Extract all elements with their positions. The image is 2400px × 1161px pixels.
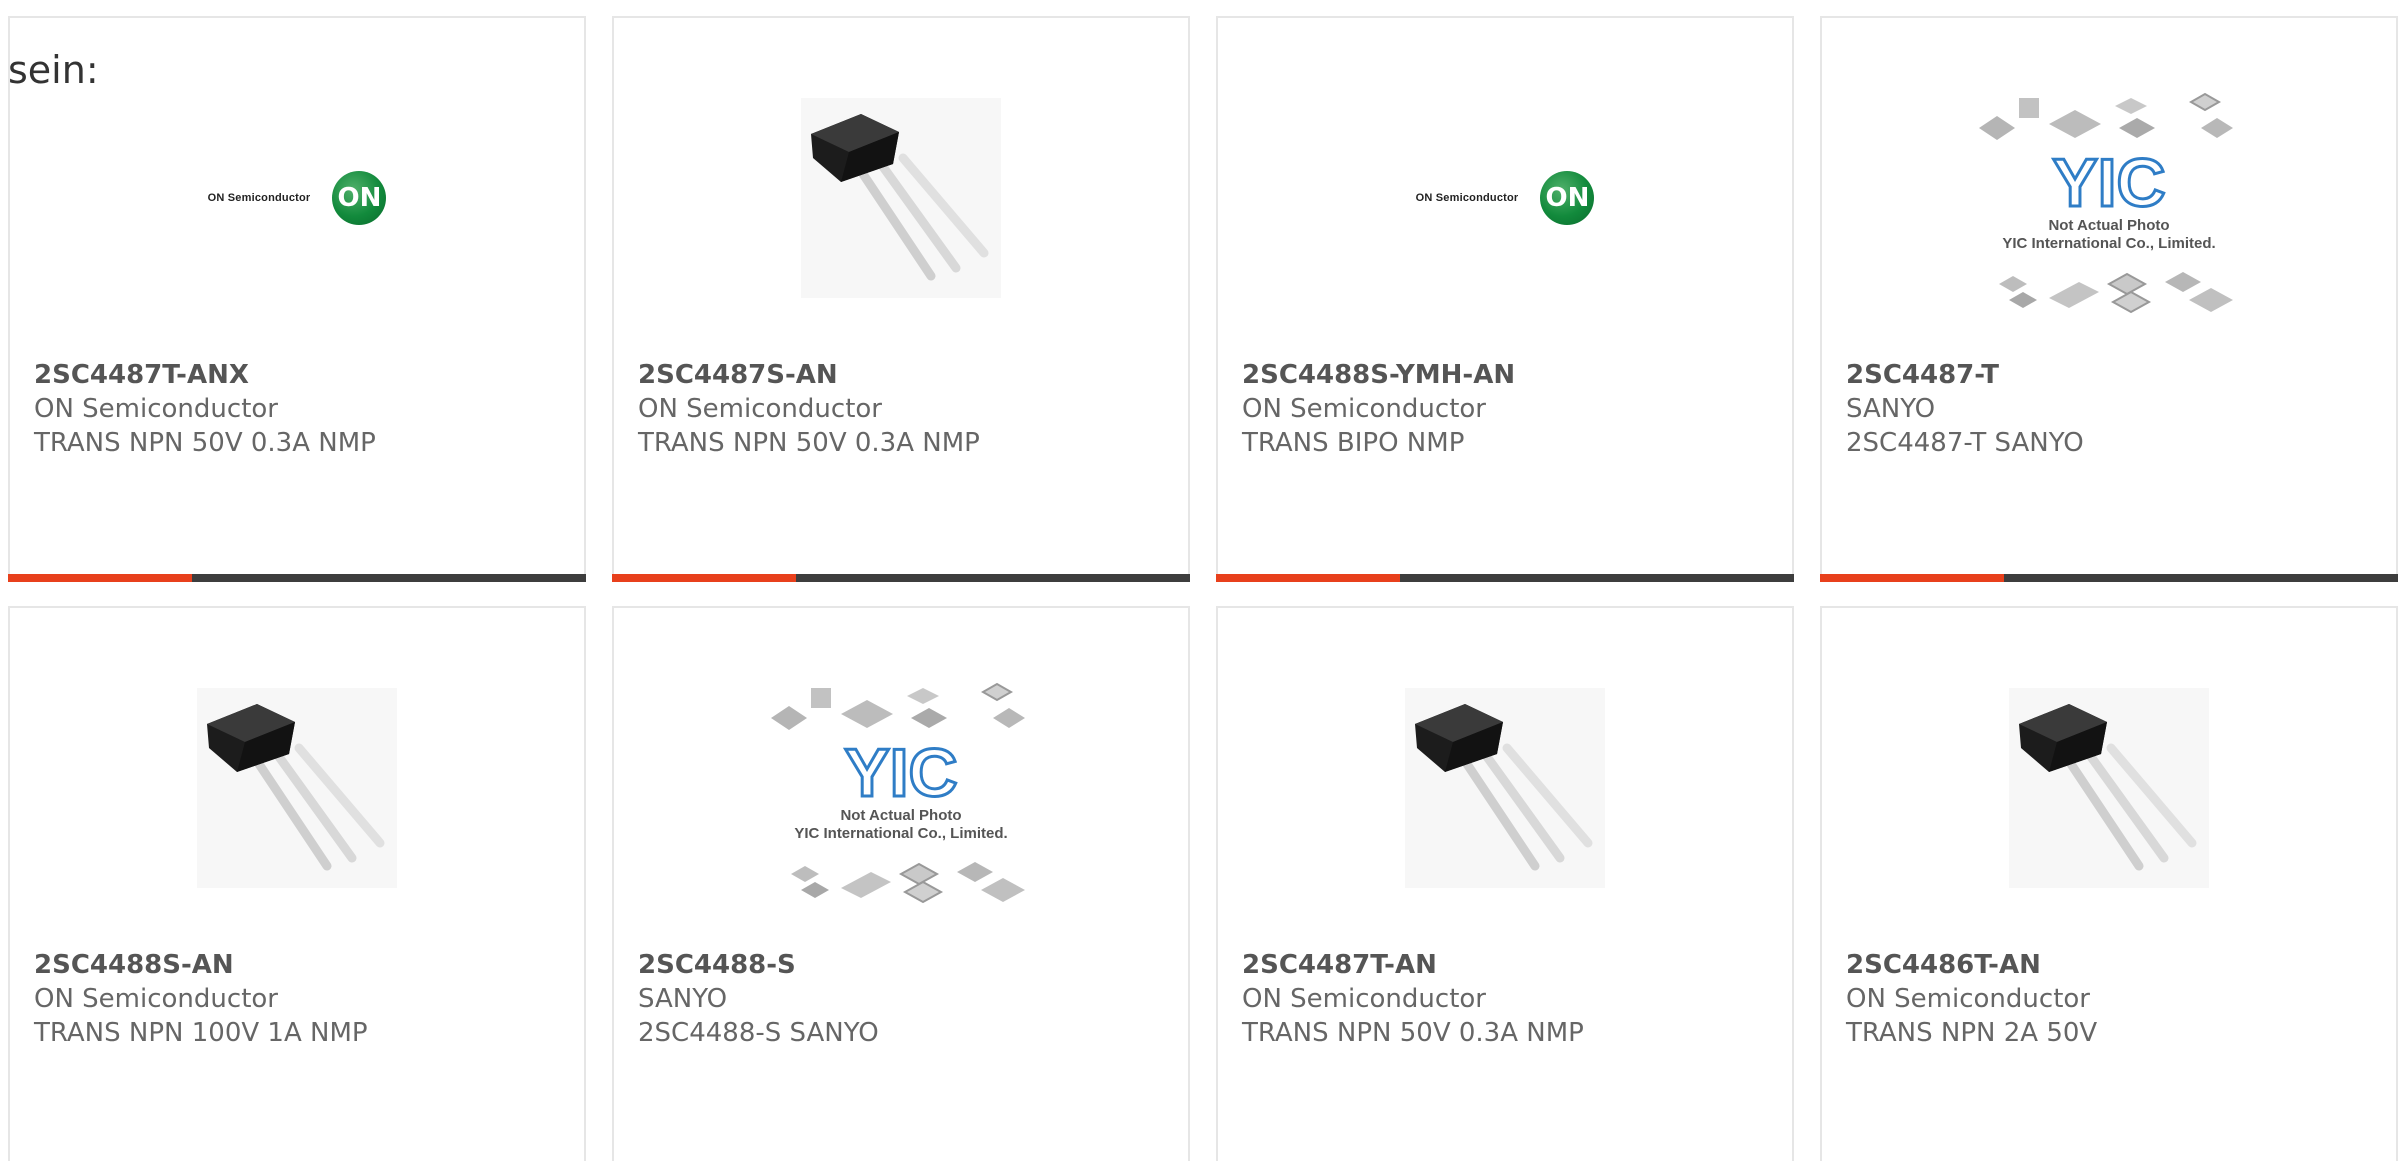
product-info: 2SC4487T-ANX ON Semiconductor TRANS NPN … xyxy=(34,358,572,460)
product-card[interactable]: 2SC4487S-AN ON Semiconductor TRANS NPN 5… xyxy=(612,16,1190,582)
description: TRANS NPN 50V 0.3A NMP xyxy=(638,428,980,458)
logo-mark: ON xyxy=(1540,171,1595,225)
yic-logo: YIC xyxy=(2052,145,2165,221)
part-number-link[interactable]: 2SC4488S-YMH-AN xyxy=(1242,358,1780,392)
transistor-photo-icon xyxy=(801,98,1001,298)
product-image[interactable]: ON Semiconductor ON xyxy=(1218,78,1792,318)
logo-mark: ON xyxy=(332,171,387,225)
product-info: 2SC4488S-YMH-AN ON Semiconductor TRANS B… xyxy=(1242,358,1780,460)
product-image[interactable]: YIC Not Actual Photo YIC International C… xyxy=(1822,58,2396,358)
card-accent xyxy=(1820,574,2004,582)
product-image[interactable] xyxy=(1218,668,1792,908)
product-info: 2SC4487-T SANYO 2SC4487-T SANYO xyxy=(1846,358,2384,460)
yic-placeholder-icon: YIC Not Actual Photo YIC International C… xyxy=(1979,92,2233,314)
transistor-photo-icon xyxy=(2009,688,2209,888)
part-number-link[interactable]: 2SC4487T-ANX xyxy=(34,358,572,392)
on-semiconductor-logo: ON Semiconductor ON xyxy=(1416,171,1595,225)
product-info: 2SC4487S-AN ON Semiconductor TRANS NPN 5… xyxy=(638,358,1176,460)
card-bottom-bar xyxy=(1216,574,1794,582)
product-card[interactable]: ON Semiconductor ON 2SC4488S-YMH-AN ON S… xyxy=(1216,16,1794,582)
description: TRANS BIPO NMP xyxy=(1242,428,1465,458)
product-image[interactable] xyxy=(10,668,584,908)
product-card[interactable]: 2SC4488S-AN ON Semiconductor TRANS NPN 1… xyxy=(8,606,586,1161)
part-number-link[interactable]: 2SC4486T-AN xyxy=(1846,948,2384,982)
product-image[interactable]: ON Semiconductor ON xyxy=(10,78,584,318)
on-semiconductor-logo: ON Semiconductor ON xyxy=(208,171,387,225)
manufacturer: ON Semiconductor xyxy=(1242,984,1486,1014)
description: TRANS NPN 2A 50V xyxy=(1846,1018,2098,1048)
part-number-link[interactable]: 2SC4487S-AN xyxy=(638,358,1176,392)
card-accent xyxy=(8,574,192,582)
product-image[interactable]: YIC Not Actual Photo YIC International C… xyxy=(614,648,1188,948)
card-bottom-bar xyxy=(612,574,1190,582)
product-card[interactable]: 2SC4486T-AN ON Semiconductor TRANS NPN 2… xyxy=(1820,606,2398,1161)
product-card[interactable]: ON Semiconductor ON 2SC4487T-ANX ON Semi… xyxy=(8,16,586,582)
card-accent xyxy=(1216,574,1400,582)
description: 2SC4488-S SANYO xyxy=(638,1018,879,1048)
manufacturer: ON Semiconductor xyxy=(34,984,278,1014)
manufacturer: SANYO xyxy=(638,984,728,1014)
description: TRANS NPN 50V 0.3A NMP xyxy=(34,428,376,458)
manufacturer: SANYO xyxy=(1846,394,1936,424)
product-image[interactable] xyxy=(1822,668,2396,908)
card-bottom-bar xyxy=(1820,574,2398,582)
manufacturer: ON Semiconductor xyxy=(1846,984,2090,1014)
manufacturer: ON Semiconductor xyxy=(638,394,882,424)
placeholder-line1: Not Actual Photo xyxy=(840,807,961,824)
part-number-link[interactable]: 2SC4488S-AN xyxy=(34,948,572,982)
description: 2SC4487-T SANYO xyxy=(1846,428,2084,458)
yic-placeholder-icon: YIC Not Actual Photo YIC International C… xyxy=(771,682,1025,904)
transistor-photo-icon xyxy=(1405,688,1605,888)
product-info: 2SC4488S-AN ON Semiconductor TRANS NPN 1… xyxy=(34,948,572,1050)
product-card[interactable]: YIC Not Actual Photo YIC International C… xyxy=(612,606,1190,1161)
placeholder-line2: YIC International Co., Limited. xyxy=(2002,235,2215,252)
manufacturer: ON Semiconductor xyxy=(1242,394,1486,424)
logo-text: ON Semiconductor xyxy=(1415,192,1519,204)
placeholder-line2: YIC International Co., Limited. xyxy=(794,825,1007,842)
manufacturer: ON Semiconductor xyxy=(34,394,278,424)
description: TRANS NPN 100V 1A NMP xyxy=(34,1018,368,1048)
product-card[interactable]: YIC Not Actual Photo YIC International C… xyxy=(1820,16,2398,582)
card-bottom-bar xyxy=(8,574,586,582)
product-grid-page: sein: ON Semiconductor ON 2SC4487T-ANX O… xyxy=(0,0,2400,1161)
product-image[interactable] xyxy=(614,78,1188,318)
product-info: 2SC4486T-AN ON Semiconductor TRANS NPN 2… xyxy=(1846,948,2384,1050)
product-card[interactable]: 2SC4487T-AN ON Semiconductor TRANS NPN 5… xyxy=(1216,606,1794,1161)
placeholder-line1: Not Actual Photo xyxy=(2048,217,2169,234)
section-heading: sein: xyxy=(8,48,99,92)
card-accent xyxy=(612,574,796,582)
description: TRANS NPN 50V 0.3A NMP xyxy=(1242,1018,1584,1048)
transistor-photo-icon xyxy=(197,688,397,888)
part-number-link[interactable]: 2SC4487T-AN xyxy=(1242,948,1780,982)
product-info: 2SC4487T-AN ON Semiconductor TRANS NPN 5… xyxy=(1242,948,1780,1050)
product-info: 2SC4488-S SANYO 2SC4488-S SANYO xyxy=(638,948,1176,1050)
part-number-link[interactable]: 2SC4487-T xyxy=(1846,358,2384,392)
yic-logo: YIC xyxy=(844,735,957,811)
logo-text: ON Semiconductor xyxy=(207,192,311,204)
part-number-link[interactable]: 2SC4488-S xyxy=(638,948,1176,982)
